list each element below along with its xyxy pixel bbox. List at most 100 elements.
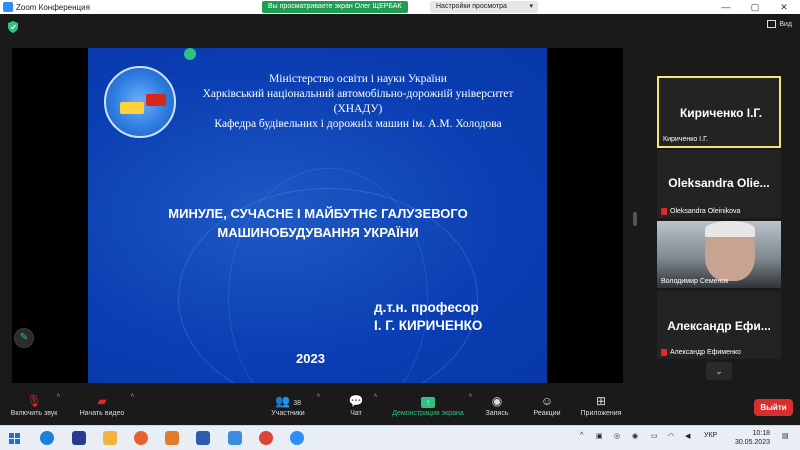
slide-author-line: д.т.н. професор [374, 300, 479, 315]
participants-count: 38 [293, 400, 302, 407]
slide-author: д.т.н. професор І. Г. КИРИЧЕНКО [374, 299, 482, 335]
zoom-tray-icon[interactable]: ▣ [596, 432, 603, 440]
logo-badge [146, 94, 166, 106]
participant-video-tile[interactable]: Володимир Семенок [657, 221, 781, 288]
slide-header: Міністерство освіти і науки України Харк… [168, 72, 547, 132]
network-tray-icon[interactable]: ◎ [614, 432, 620, 440]
shared-screen: Міністерство освіти і науки України Харк… [12, 48, 623, 383]
view-button[interactable]: Вид [767, 20, 792, 28]
participant-tile[interactable]: Александр Ефи... Александр Ефименко [657, 291, 781, 359]
slide-header-line: Харківський національний автомобільно-до… [202, 88, 514, 100]
apps-button[interactable]: ⊞ Приложения [576, 392, 626, 417]
unmute-button[interactable]: 🎙 Включить звук ^ [6, 392, 62, 417]
mic-muted-icon [661, 208, 667, 215]
start-video-button[interactable]: ▰ Начать видео ^ [76, 392, 134, 417]
chat-label: Чат [350, 410, 362, 417]
mic-muted-icon [661, 349, 667, 356]
grid-view-icon [767, 20, 777, 28]
share-screen-button[interactable]: ↑ Демонстрация экрана ^ [388, 392, 472, 417]
meeting-top-strip: Вид [0, 14, 800, 40]
participant-label-text: Володимир Семенок [661, 278, 729, 285]
shield-icon[interactable] [8, 21, 18, 33]
share-screen-icon: ↑ [388, 392, 468, 410]
participant-name: Александр Ефи... [667, 319, 771, 333]
system-clock[interactable]: 10:18 30.05.2023 [724, 429, 770, 447]
wifi-icon[interactable]: ◠ [668, 432, 674, 440]
scroll-down-button[interactable]: ⌄ [706, 362, 732, 380]
participant-label: Кириченко І.Г. [663, 136, 708, 143]
university-logo [104, 66, 176, 138]
file-explorer-icon[interactable] [103, 431, 117, 445]
view-options-button[interactable]: Настройки просмотра ▾ [430, 1, 538, 13]
reactions-button[interactable]: ☺ Реакции [530, 392, 564, 417]
annotate-pen-icon[interactable]: ✎ [14, 328, 34, 348]
slide-header-line: Кафедра будівельних і дорожніх машин ім.… [214, 118, 502, 130]
minimize-button[interactable]: — [714, 0, 738, 14]
slide-header-line: Міністерство освіти і науки України [269, 73, 447, 85]
zoom-app-icon [3, 2, 13, 12]
matlab-icon[interactable] [165, 431, 179, 445]
os-taskbar: ^ ▣ ◎ ◉ ▭ ◠ ◀ УКР 10:18 30.05.2023 ▤ [0, 425, 800, 450]
chevron-down-icon: ▾ [529, 3, 533, 10]
chevron-up-icon[interactable]: ^ [469, 394, 472, 401]
close-button[interactable]: ✕ [772, 0, 796, 14]
annotation-pin-icon[interactable] [184, 48, 196, 60]
chat-button[interactable]: 💬 Чат ^ [343, 392, 377, 417]
language-indicator[interactable]: УКР [704, 432, 717, 439]
leave-button[interactable]: Выйти [754, 399, 793, 416]
logo-vehicle [120, 102, 144, 114]
chevron-up-icon[interactable]: ^ [131, 394, 134, 401]
slide-header-line: (ХНАДУ) [333, 103, 383, 115]
notifications-icon[interactable]: ▤ [782, 432, 789, 440]
word-icon[interactable] [196, 431, 210, 445]
chrome-icon[interactable] [259, 431, 273, 445]
view-options-label: Настройки просмотра [436, 3, 507, 10]
participant-label: Володимир Семенок [661, 278, 728, 285]
participant-label-text: Oleksandra Oleinikova [670, 208, 741, 215]
participant-tile[interactable]: Oleksandra Olie... Oleksandra Oleinikova [657, 150, 781, 218]
maximize-button[interactable]: ▢ [743, 0, 767, 14]
messenger-icon[interactable] [228, 431, 242, 445]
participant-label: Александр Ефименко [661, 349, 741, 356]
meeting-toolbar: 🎙 Включить звук ^ ▰ Начать видео ^ 👥 38 … [0, 390, 800, 425]
slide-title-line: МИНУЛЕ, СУЧАСНЕ І МАЙБУТНЄ ГАЛУЗЕВОГО [168, 206, 468, 221]
firefox-icon[interactable] [134, 431, 148, 445]
share-screen-label: Демонстрация экрана [392, 410, 464, 417]
record-button[interactable]: ◉ Запись [482, 392, 512, 417]
participants-label: Участники [271, 410, 305, 417]
mic-muted-icon: 🎙 [26, 394, 42, 408]
record-label: Запись [485, 410, 509, 417]
participants-button[interactable]: 👥 38 Участники ^ [268, 392, 320, 417]
chevron-up-icon[interactable]: ^ [57, 394, 60, 401]
slide-year: 2023 [296, 351, 325, 366]
participants-scrollbar[interactable] [633, 212, 637, 226]
apps-label: Приложения [580, 410, 622, 417]
reactions-label: Реакции [533, 410, 561, 417]
apps-icon: ⊞ [595, 394, 607, 408]
tray-overflow-icon[interactable]: ^ [580, 432, 583, 439]
participant-label: Oleksandra Oleinikova [661, 208, 740, 215]
windows-start-icon[interactable] [9, 433, 20, 444]
title-bar: Zoom Конференция Вы просматриваете экран… [0, 0, 800, 14]
start-video-label: Начать видео [79, 410, 125, 417]
edge-icon[interactable] [40, 431, 54, 445]
participant-video-hair [705, 221, 755, 237]
participants-icon: 👥 38 [274, 394, 302, 408]
reactions-icon: ☺ [540, 394, 554, 408]
participant-label-text: Александр Ефименко [670, 349, 741, 356]
zoom-taskbar-icon[interactable] [290, 431, 304, 445]
app-tray-icon[interactable]: ◉ [632, 432, 638, 440]
chevron-up-icon[interactable]: ^ [317, 394, 320, 401]
slide-author-line: І. Г. КИРИЧЕНКО [374, 318, 483, 333]
window-title: Zoom Конференция [16, 2, 90, 12]
clock-date: 30.05.2023 [734, 439, 770, 446]
chevron-up-icon[interactable]: ^ [374, 394, 377, 401]
slide-title: МИНУЛЕ, СУЧАСНЕ І МАЙБУТНЄ ГАЛУЗЕВОГО МА… [128, 204, 508, 242]
volume-icon[interactable]: ◀ [685, 432, 690, 440]
battery-icon[interactable]: ▭ [651, 432, 658, 440]
network-app-icon[interactable] [72, 431, 86, 445]
sharing-notice: Вы просматриваете экран Олег ЩЕРБАК [262, 1, 408, 13]
participant-tile[interactable]: Кириченко І.Г. Кириченко І.Г. [657, 76, 781, 148]
presentation-slide: Міністерство освіти і науки України Харк… [88, 48, 547, 383]
video-off-icon: ▰ [97, 394, 107, 408]
